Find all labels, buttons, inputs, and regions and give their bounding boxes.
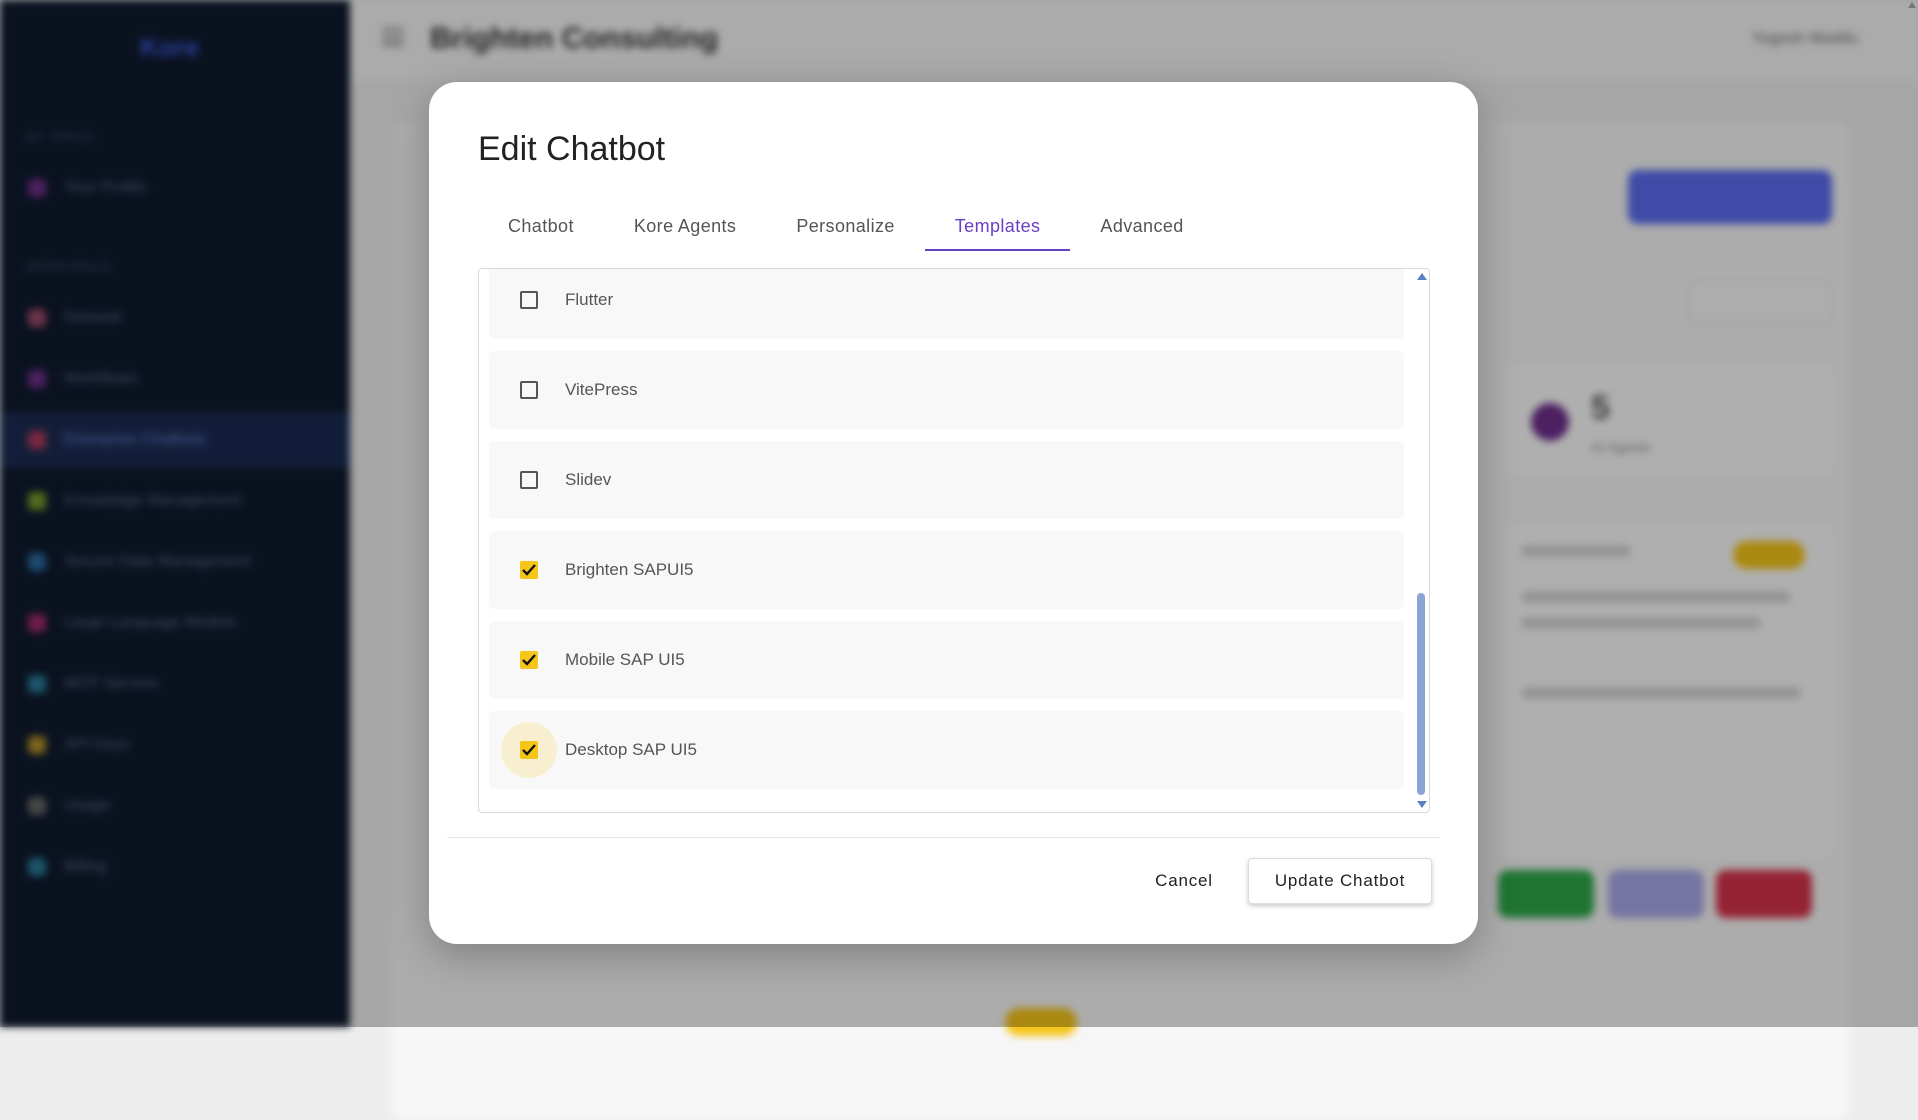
page-scrollbar[interactable] (1906, 0, 1918, 1027)
checkbox-container[interactable] (501, 632, 557, 688)
templates-list: Flutter VitePress Slidev Brighten SAPUI5… (478, 268, 1430, 813)
tab-kore-agents[interactable]: Kore Agents (604, 202, 766, 250)
checkbox-container[interactable] (501, 362, 557, 418)
tab-personalize[interactable]: Personalize (766, 202, 924, 250)
list-item[interactable]: Flutter (489, 269, 1404, 339)
scroll-up-arrow-icon[interactable] (1417, 273, 1427, 280)
template-checkbox[interactable] (520, 381, 538, 399)
checkbox-container[interactable] (501, 272, 557, 328)
template-label: Flutter (565, 290, 614, 309)
template-checkbox[interactable] (520, 561, 538, 579)
tab-chatbot[interactable]: Chatbot (478, 202, 604, 250)
cancel-button[interactable]: Cancel (1130, 858, 1238, 904)
template-label: Brighten SAPUI5 (565, 560, 694, 579)
scrollbar-thumb[interactable] (1417, 593, 1425, 795)
template-checkbox[interactable] (520, 471, 538, 489)
list-item[interactable]: Brighten SAPUI5 (489, 531, 1404, 609)
scroll-down-arrow-icon[interactable] (1417, 801, 1427, 808)
template-label: VitePress (565, 380, 638, 399)
template-label: Slidev (565, 470, 612, 489)
edit-chatbot-dialog: Edit Chatbot Chatbot Kore Agents Persona… (429, 82, 1478, 944)
checkbox-container[interactable] (501, 542, 557, 598)
scroll-up-arrow-icon[interactable] (1908, 2, 1916, 8)
template-checkbox[interactable] (520, 291, 538, 309)
checkbox-container[interactable] (501, 452, 557, 508)
list-item[interactable]: Desktop SAP UI5 (489, 711, 1404, 789)
dialog-tabs: Chatbot Kore Agents Personalize Template… (478, 202, 1214, 251)
update-chatbot-button[interactable]: Update Chatbot (1248, 858, 1432, 904)
dialog-title: Edit Chatbot (478, 130, 666, 168)
list-item[interactable]: VitePress (489, 351, 1404, 429)
tab-advanced[interactable]: Advanced (1070, 202, 1213, 250)
divider (447, 837, 1440, 838)
template-checkbox[interactable] (520, 741, 538, 759)
list-item[interactable]: Mobile SAP UI5 (489, 621, 1404, 699)
template-checkbox[interactable] (520, 651, 538, 669)
template-label: Mobile SAP UI5 (565, 650, 685, 669)
list-scrollbar[interactable] (1413, 269, 1429, 812)
template-label: Desktop SAP UI5 (565, 740, 697, 759)
tab-templates[interactable]: Templates (924, 202, 1071, 251)
checkbox-container[interactable] (501, 722, 557, 778)
templates-list-viewport: Flutter VitePress Slidev Brighten SAPUI5… (479, 269, 1411, 812)
list-item[interactable]: Slidev (489, 441, 1404, 519)
